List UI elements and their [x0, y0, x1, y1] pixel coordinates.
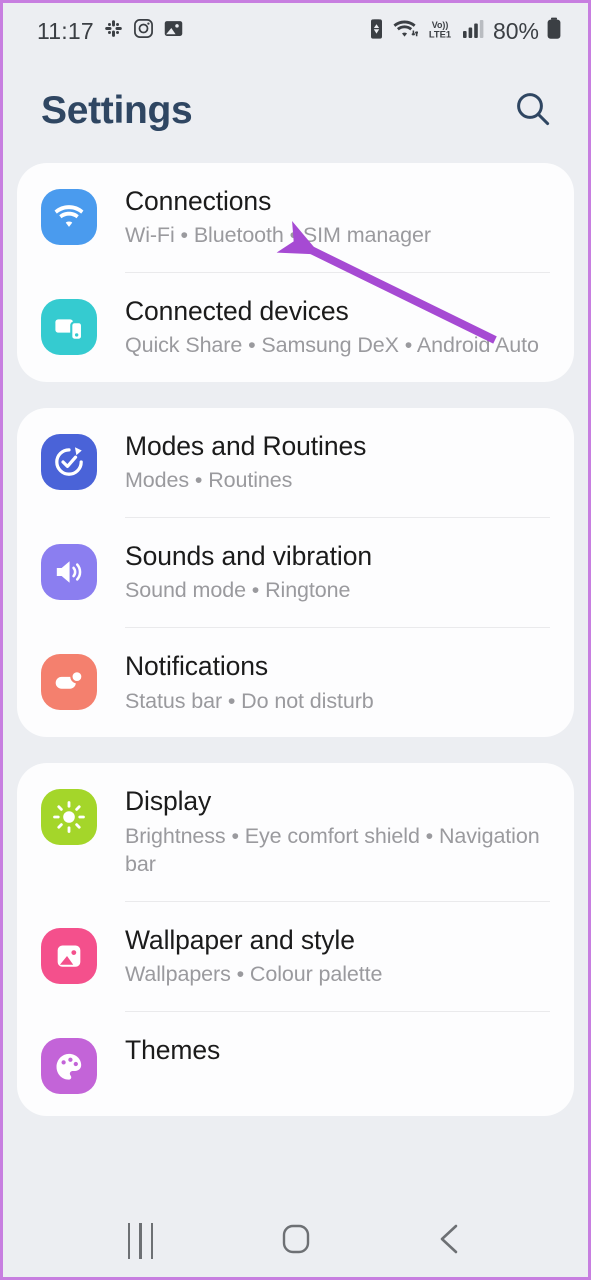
battery-saver-icon — [367, 18, 386, 45]
settings-card: Display Brightness • Eye comfort shield •… — [17, 763, 574, 1117]
wifi-icon — [393, 18, 419, 45]
themes-icon — [41, 1038, 97, 1095]
wifi-icon — [41, 189, 97, 245]
navigation-bar — [3, 1205, 588, 1277]
row-title: Connections — [125, 186, 272, 216]
row-icon-wrap — [41, 299, 97, 356]
row-title: Connected devices — [125, 296, 349, 327]
row-icon-wrap — [41, 434, 97, 491]
row-title: Wallpaper and style — [125, 925, 355, 956]
settings-row[interactable]: Connected devices Quick Share • Samsung D… — [17, 273, 574, 382]
row-texts: Modes and Routines Modes • Routines — [125, 430, 550, 495]
status-bar-right: Vo)) LTE1 80% — [367, 17, 562, 45]
page-title: Settings — [41, 89, 193, 132]
slack-icon — [103, 18, 124, 44]
app-header: Settings — [3, 59, 588, 163]
row-texts: Display Brightness • Eye comfort shield •… — [125, 785, 550, 879]
notifications-icon — [41, 654, 97, 711]
back-button[interactable] — [416, 1206, 486, 1276]
row-title: Modes and Routines — [125, 431, 367, 462]
phone-screen: 11:17 Vo)) LTE1 80% Settings Connections… — [0, 0, 591, 1280]
row-texts: Connections Wi-Fi • Bluetooth • SIM manag… — [125, 185, 550, 250]
row-icon-wrap — [41, 789, 97, 846]
wallpaper-icon — [41, 928, 97, 985]
recents-button[interactable] — [106, 1206, 176, 1276]
settings-row[interactable]: Modes and Routines Modes • Routines — [17, 408, 574, 517]
connected-devices-icon — [41, 299, 97, 356]
row-icon-wrap — [41, 189, 97, 245]
row-texts: Notifications Status bar • Do not disturb — [125, 650, 550, 715]
svg-text:LTE1: LTE1 — [429, 29, 451, 39]
row-texts: Connected devices Quick Share • Samsung D… — [125, 295, 550, 360]
row-icon-wrap — [41, 1038, 97, 1095]
modes-routines-icon — [41, 434, 97, 491]
settings-card: Modes and Routines Modes • Routines Sound… — [17, 408, 574, 738]
search-icon — [512, 88, 554, 135]
recents-icon — [127, 1223, 154, 1259]
display-brightness-icon — [41, 789, 97, 846]
row-subtitle: Wi-Fi • Bluetooth • SIM manager — [125, 223, 431, 248]
settings-row[interactable]: Sounds and vibration Sound mode • Rington… — [17, 518, 574, 627]
sound-icon — [41, 544, 97, 601]
status-bar-left: 11:17 — [37, 18, 184, 45]
settings-row[interactable]: Connections Wi-Fi • Bluetooth • SIM manag… — [17, 163, 574, 272]
row-subtitle: Sound mode • Ringtone — [125, 578, 351, 603]
settings-row[interactable]: Display Brightness • Eye comfort shield •… — [17, 763, 574, 901]
signal-bars-icon — [462, 18, 484, 45]
row-subtitle: Quick Share • Samsung DeX • Android Auto — [125, 333, 539, 358]
row-subtitle: Modes • Routines — [125, 468, 293, 493]
row-title: Themes — [125, 1035, 221, 1066]
home-icon — [276, 1219, 316, 1264]
settings-row[interactable]: Notifications Status bar • Do not disturb — [17, 628, 574, 737]
row-texts: Sounds and vibration Sound mode • Rington… — [125, 540, 550, 605]
settings-row[interactable]: Wallpaper and style Wallpapers • Colour p… — [17, 902, 574, 1011]
status-bar: 11:17 Vo)) LTE1 80% — [3, 3, 588, 59]
status-bar-clock: 11:17 — [37, 17, 94, 44]
settings-row[interactable]: Themes — [17, 1012, 574, 1116]
search-button[interactable] — [512, 88, 554, 135]
chevron-left-icon — [431, 1219, 471, 1264]
home-button[interactable] — [261, 1206, 331, 1276]
row-title: Sounds and vibration — [125, 541, 372, 572]
row-title: Display — [125, 786, 212, 817]
settings-card: Connections Wi-Fi • Bluetooth • SIM manag… — [17, 163, 574, 383]
row-subtitle: Status bar • Do not disturb — [125, 688, 374, 713]
row-icon-wrap — [41, 928, 97, 985]
row-subtitle: Brightness • Eye comfort shield • Naviga… — [125, 823, 540, 877]
row-subtitle: Wallpapers • Colour palette — [125, 962, 383, 987]
row-icon-wrap — [41, 544, 97, 601]
instagram-icon — [133, 18, 154, 44]
row-texts: Themes — [125, 1034, 550, 1066]
battery-icon — [546, 17, 562, 45]
settings-list[interactable]: Connections Wi-Fi • Bluetooth • SIM manag… — [3, 163, 588, 1117]
row-title: Notifications — [125, 651, 269, 682]
row-icon-wrap — [41, 654, 97, 711]
battery-percent-label: 80% — [492, 17, 539, 44]
volte-lte1-icon: Vo)) LTE1 — [425, 18, 455, 45]
row-texts: Wallpaper and style Wallpapers • Colour p… — [125, 924, 550, 989]
gallery-icon — [163, 18, 184, 44]
